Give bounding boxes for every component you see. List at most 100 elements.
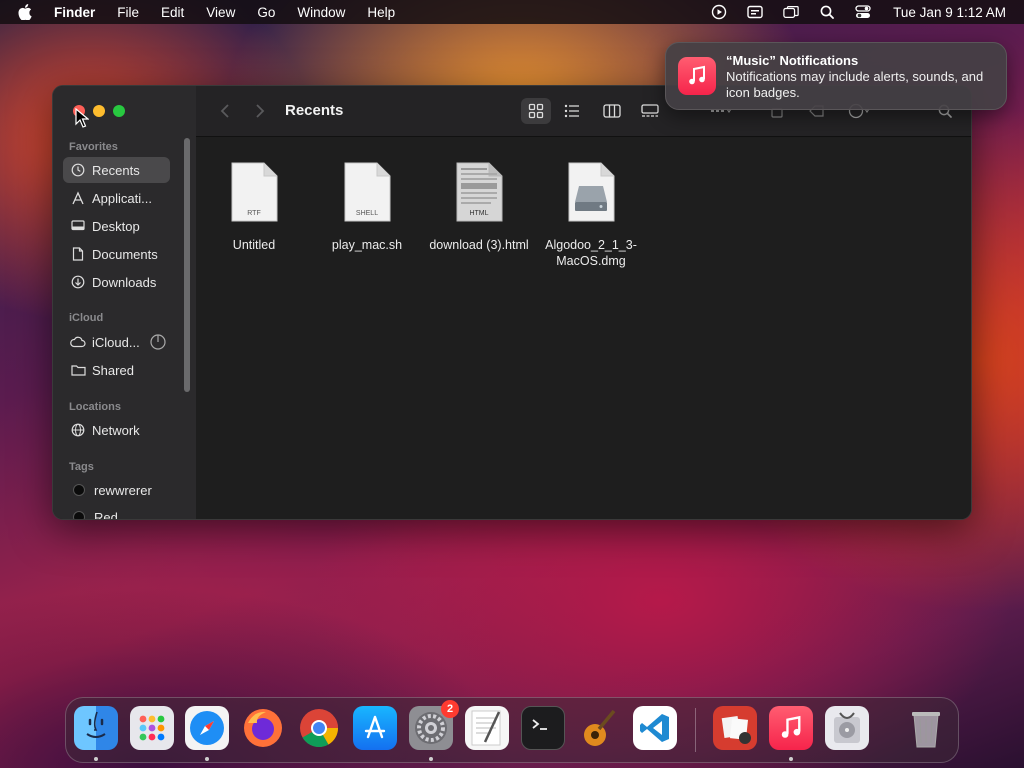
disk-utility-icon — [834, 712, 860, 743]
downloads-icon — [70, 274, 86, 290]
globe-icon — [70, 422, 86, 438]
sidebar-item-label: Downloads — [92, 274, 157, 290]
dock-system-settings[interactable]: 2 — [409, 700, 459, 750]
desktop-icon — [70, 218, 86, 234]
sidebar-item-label: iCloud... — [92, 334, 140, 350]
sidebar-item-applications[interactable]: Applicati... — [63, 185, 170, 211]
terminal-prompt-icon — [532, 719, 547, 730]
apple-menu-icon[interactable] — [18, 4, 36, 20]
dock: 2 — [65, 697, 959, 763]
file-name: play_mac.sh — [331, 238, 403, 252]
menu-window[interactable]: Window — [297, 5, 345, 20]
dock-photo-booth[interactable] — [713, 706, 757, 750]
sidebar-item-network[interactable]: Network — [63, 417, 170, 443]
columns-icon — [603, 104, 621, 118]
textedit-icon — [471, 710, 501, 746]
menu-bar: Finder File Edit View Go Window Help Tue… — [0, 0, 1024, 24]
music-note-icon — [781, 715, 801, 738]
window-title: Recents — [285, 102, 344, 119]
finder-window: Favorites Recents Applicati... Desktop D… — [52, 85, 972, 520]
file-item-untitled[interactable]: RTF Untitled — [199, 162, 309, 253]
file-name: Algodoo_2_1_3-MacOS.dmg — [545, 238, 637, 268]
menu-file[interactable]: File — [117, 5, 139, 20]
dock-finder[interactable] — [74, 706, 118, 750]
launchpad-grid-icon — [139, 715, 165, 741]
screen-mirroring-icon[interactable] — [783, 4, 799, 20]
back-button[interactable] — [216, 101, 234, 121]
dock-textedit[interactable] — [465, 706, 509, 750]
sidebar-tag-red[interactable]: Red — [63, 504, 170, 520]
list-view-button[interactable] — [557, 98, 587, 124]
keyboard-input-icon[interactable] — [747, 4, 763, 20]
sidebar-section-tags: Tags — [69, 461, 94, 473]
finder-face-icon — [86, 711, 106, 738]
photo-booth-icon — [721, 715, 751, 744]
dock-trash[interactable] — [904, 706, 948, 750]
list-icon — [564, 104, 579, 118]
finder-sidebar: Favorites Recents Applicati... Desktop D… — [53, 86, 197, 519]
notification-title: “Music” Notifications — [726, 53, 859, 68]
notification-body: Notifications may include alerts, sounds… — [726, 69, 984, 100]
column-view-button[interactable] — [597, 98, 627, 124]
grid-icon — [528, 103, 544, 119]
dock-music[interactable] — [769, 706, 813, 750]
zoom-window-button[interactable] — [113, 105, 125, 117]
sidebar-item-desktop[interactable]: Desktop — [63, 213, 170, 239]
menu-app-finder[interactable]: Finder — [54, 5, 95, 20]
menu-edit[interactable]: Edit — [161, 5, 184, 20]
dock-app-store[interactable] — [353, 706, 397, 750]
shell-script-icon: SHELL — [344, 162, 391, 222]
dock-launchpad[interactable] — [130, 706, 174, 750]
running-indicator — [94, 757, 98, 761]
minimize-window-button[interactable] — [93, 105, 105, 117]
dock-terminal[interactable] — [521, 706, 565, 750]
clock-icon — [70, 162, 86, 178]
search-icon[interactable] — [819, 4, 835, 20]
sidebar-item-downloads[interactable]: Downloads — [63, 269, 170, 295]
menu-go[interactable]: Go — [257, 5, 275, 20]
menu-clock[interactable]: Tue Jan 9 1:12 AM — [893, 5, 1006, 20]
file-name: Untitled — [232, 238, 276, 252]
sidebar-scrollbar[interactable] — [184, 138, 190, 392]
svg-text:SHELL: SHELL — [356, 210, 378, 217]
sidebar-item-label: Desktop — [92, 218, 140, 234]
running-indicator — [789, 757, 793, 761]
app-store-icon — [364, 715, 386, 739]
sidebar-item-shared[interactable]: Shared — [63, 357, 170, 383]
sidebar-item-label: rewwrerer — [94, 482, 152, 498]
file-name: download (3).html — [429, 238, 529, 252]
menu-view[interactable]: View — [206, 5, 235, 20]
shared-folder-icon — [70, 362, 86, 378]
file-item-download-html[interactable]: HTML download (3).html — [424, 162, 534, 253]
notification-banner[interactable]: “Music” Notifications Notifications may … — [665, 42, 1007, 110]
dock-disk-utility[interactable] — [825, 706, 869, 750]
guitar-icon — [584, 709, 616, 746]
disk-image-icon — [568, 162, 615, 222]
dock-chrome[interactable] — [297, 706, 341, 750]
sidebar-item-label: Red — [94, 509, 118, 520]
file-browser-area[interactable]: RTF Untitled SHELL play_mac.sh HTML down… — [196, 137, 971, 519]
dock-vscode[interactable] — [633, 706, 677, 750]
dock-firefox[interactable] — [241, 706, 285, 750]
sidebar-item-icloud-drive[interactable]: iCloud... — [63, 329, 170, 355]
screen-record-icon[interactable] — [711, 4, 727, 20]
forward-button[interactable] — [251, 101, 269, 121]
menu-help[interactable]: Help — [367, 5, 395, 20]
sidebar-tag-rewwrerer[interactable]: rewwrerer — [63, 477, 170, 503]
vscode-icon — [640, 714, 669, 742]
file-item-play-mac-sh[interactable]: SHELL play_mac.sh — [312, 162, 422, 253]
sidebar-item-label: Network — [92, 422, 140, 438]
sidebar-section-icloud: iCloud — [69, 312, 104, 324]
gallery-view-button[interactable] — [635, 98, 665, 124]
file-item-algodoo-dmg[interactable]: Algodoo_2_1_3-MacOS.dmg — [536, 162, 646, 269]
control-center-icon[interactable] — [855, 4, 871, 20]
sidebar-item-documents[interactable]: Documents — [63, 241, 170, 267]
dock-safari[interactable] — [185, 706, 229, 750]
dock-garageband[interactable] — [577, 706, 621, 750]
music-note-icon — [678, 57, 716, 95]
cloud-icon — [70, 334, 86, 350]
sync-progress-icon — [150, 334, 166, 350]
sidebar-item-recents[interactable]: Recents — [63, 157, 170, 183]
icon-view-button[interactable] — [521, 98, 551, 124]
svg-text:HTML: HTML — [469, 210, 488, 217]
